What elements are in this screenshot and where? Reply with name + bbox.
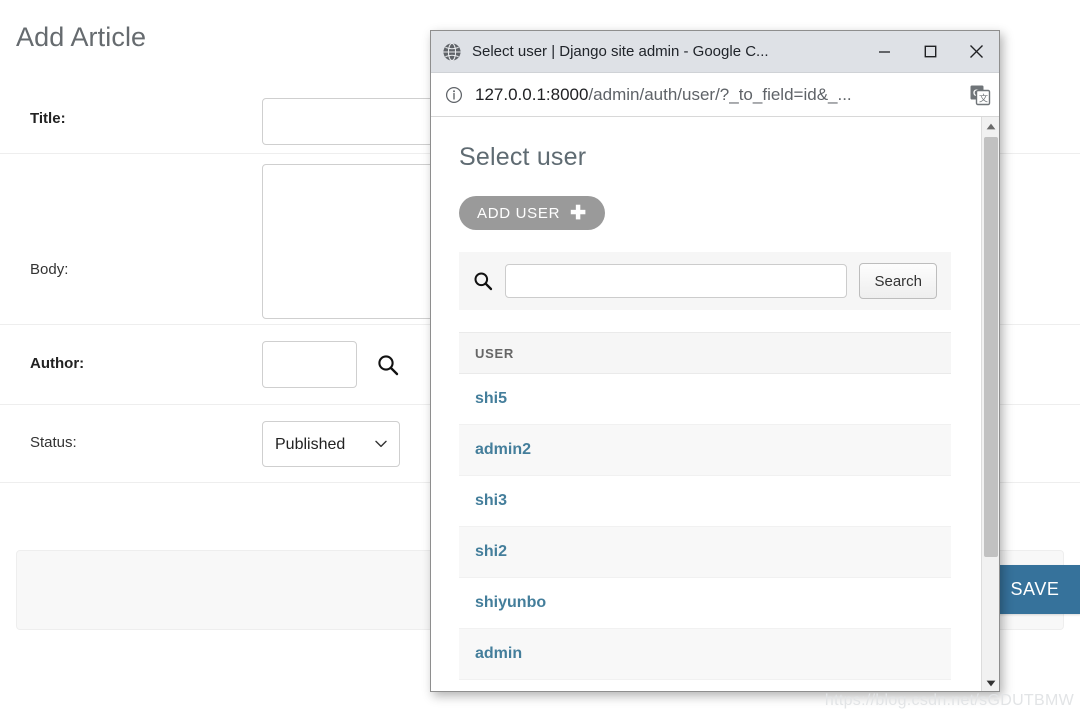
search-bar: Search (459, 252, 951, 310)
field-label-status: Status: (30, 434, 77, 451)
page-title: Add Article (16, 22, 147, 52)
field-label-body: Body: (30, 261, 69, 278)
search-icon[interactable] (377, 354, 399, 376)
popup-heading: Select user (459, 143, 587, 171)
minimize-button[interactable] (861, 31, 907, 73)
user-link[interactable]: shi2 (475, 543, 507, 561)
user-results-table: USER shi5 admin2 shi3 shi2 shiyunbo admi… (459, 332, 951, 680)
url-host: 127.0.0.1:8000 (475, 84, 589, 104)
info-circle-icon[interactable] (445, 86, 463, 104)
translate-icon[interactable]: G 文 (969, 84, 991, 106)
globe-icon (443, 42, 461, 61)
page-scrollbar[interactable] (981, 117, 999, 691)
page-viewport: Select user ADD USER ✚ Search USER shi5 … (431, 117, 999, 691)
search-button[interactable]: Search (859, 263, 937, 299)
window-title: Select user | Django site admin - Google… (472, 43, 769, 60)
table-row[interactable]: shi2 (459, 527, 951, 578)
add-user-button[interactable]: ADD USER ✚ (459, 196, 605, 230)
field-label-title: Title: (30, 110, 66, 127)
table-row[interactable]: admin2 (459, 425, 951, 476)
triangle-up-icon (986, 123, 996, 129)
plus-icon: ✚ (570, 202, 587, 224)
search-input[interactable] (505, 264, 848, 298)
user-link[interactable]: admin2 (475, 441, 531, 459)
search-icon (474, 272, 493, 291)
table-row[interactable]: shiyunbo (459, 578, 951, 629)
svg-text:文: 文 (979, 92, 988, 103)
screen-root: Add Article Title: Body: Author: Status:… (0, 0, 1080, 720)
table-row[interactable]: shi5 (459, 374, 951, 425)
field-label-author: Author: (30, 355, 85, 372)
url-path: /admin/auth/user/?_to_field=id&_... (588, 84, 852, 104)
maximize-icon (924, 45, 936, 58)
select-user-page: Select user ADD USER ✚ Search USER shi5 … (431, 117, 976, 680)
triangle-down-icon (986, 680, 996, 686)
add-user-label: ADD USER (477, 204, 561, 222)
status-select[interactable]: Published (262, 421, 400, 467)
table-row[interactable]: shi3 (459, 476, 951, 527)
maximize-button[interactable] (907, 31, 953, 73)
window-titlebar[interactable]: Select user | Django site admin - Google… (431, 31, 999, 73)
scrollbar-thumb[interactable] (984, 137, 998, 557)
chrome-popup-window: Select user | Django site admin - Google… (430, 30, 1000, 692)
scroll-up-button[interactable] (982, 117, 999, 135)
close-icon (969, 45, 983, 58)
minimize-icon (878, 51, 890, 53)
user-link[interactable]: shiyunbo (475, 594, 546, 612)
table-header-user: USER (459, 332, 951, 374)
window-controls (861, 31, 999, 73)
table-row[interactable]: admin (459, 629, 951, 680)
status-select-wrap: Published (262, 421, 400, 467)
address-bar[interactable]: 127.0.0.1:8000/admin/auth/user/?_to_fiel… (431, 73, 999, 117)
user-link[interactable]: admin (475, 645, 522, 663)
user-link[interactable]: shi5 (475, 390, 507, 408)
scroll-down-button[interactable] (982, 674, 999, 691)
url-text[interactable]: 127.0.0.1:8000/admin/auth/user/?_to_fiel… (475, 85, 963, 105)
author-input[interactable] (262, 341, 357, 388)
user-link[interactable]: shi3 (475, 492, 507, 510)
close-button[interactable] (953, 31, 999, 73)
